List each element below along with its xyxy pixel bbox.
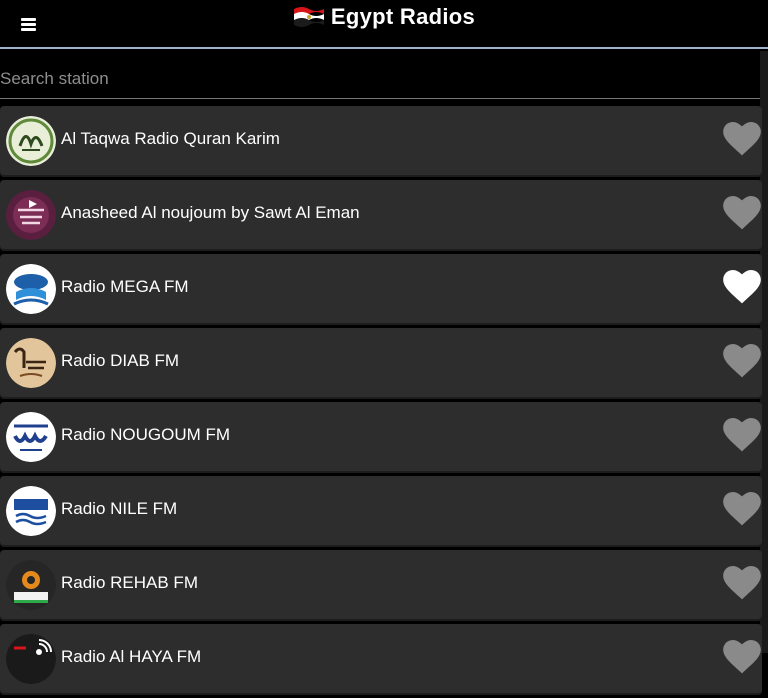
haya-fm-logo xyxy=(6,634,56,684)
heart-icon xyxy=(723,121,761,156)
page-title: Egypt Radios xyxy=(330,4,476,29)
station-name: Al Taqwa Radio Quran Karim xyxy=(61,129,280,148)
search-input[interactable] xyxy=(0,65,740,93)
app-header: Egypt Radios xyxy=(0,0,768,49)
station-name: Anasheed Al noujoum by Sawt Al Eman xyxy=(61,203,360,222)
favorite-button[interactable] xyxy=(722,269,762,305)
mega-fm-logo xyxy=(6,264,56,314)
station-name: Radio MEGA FM xyxy=(61,277,189,296)
heart-icon xyxy=(723,195,761,230)
anasheed-logo xyxy=(6,190,56,240)
app-title-bar: Egypt Radios xyxy=(0,4,768,30)
favorite-button[interactable] xyxy=(722,417,762,453)
favorite-button[interactable] xyxy=(722,121,762,157)
station-item-mega-fm[interactable]: Radio MEGA FM xyxy=(0,254,762,325)
station-name: Radio NOUGOUM FM xyxy=(61,425,231,444)
favorite-button[interactable] xyxy=(722,565,762,601)
quran-calligraphy-logo xyxy=(6,116,56,166)
station-item-al-taqwa[interactable]: Al Taqwa Radio Quran Karim xyxy=(0,106,762,177)
station-list: Al Taqwa Radio Quran Karim Anasheed Al n… xyxy=(0,106,762,698)
station-name: Radio NILE FM xyxy=(61,499,178,518)
heart-icon xyxy=(723,565,761,600)
favorite-button[interactable] xyxy=(722,195,762,231)
station-item-rehab-fm[interactable]: Radio REHAB FM xyxy=(0,550,762,621)
diab-fm-logo xyxy=(6,338,56,388)
station-name: Radio REHAB FM xyxy=(61,573,198,592)
nougoum-fm-logo xyxy=(6,412,56,462)
heart-icon xyxy=(723,343,761,378)
nile-fm-logo xyxy=(6,486,56,536)
station-name: Radio DIAB FM xyxy=(61,351,180,370)
station-item-anasheed[interactable]: Anasheed Al noujoum by Sawt Al Eman xyxy=(0,180,762,251)
heart-icon xyxy=(723,269,761,304)
station-item-diab-fm[interactable]: Radio DIAB FM xyxy=(0,328,762,399)
egypt-flag-icon xyxy=(293,7,324,28)
favorite-button[interactable] xyxy=(722,343,762,379)
station-item-nile-fm[interactable]: Radio NILE FM xyxy=(0,476,762,547)
heart-icon xyxy=(723,491,761,526)
search-bar xyxy=(0,51,760,99)
heart-icon xyxy=(723,417,761,452)
station-name: Radio Al HAYA FM xyxy=(61,647,202,666)
rehab-fm-logo xyxy=(6,560,56,610)
station-item-haya-fm[interactable]: Radio Al HAYA FM xyxy=(0,624,762,695)
favorite-button[interactable] xyxy=(722,491,762,527)
station-item-nougoum-fm[interactable]: Radio NOUGOUM FM xyxy=(0,402,762,473)
favorite-button[interactable] xyxy=(722,639,762,675)
heart-icon xyxy=(723,639,761,674)
